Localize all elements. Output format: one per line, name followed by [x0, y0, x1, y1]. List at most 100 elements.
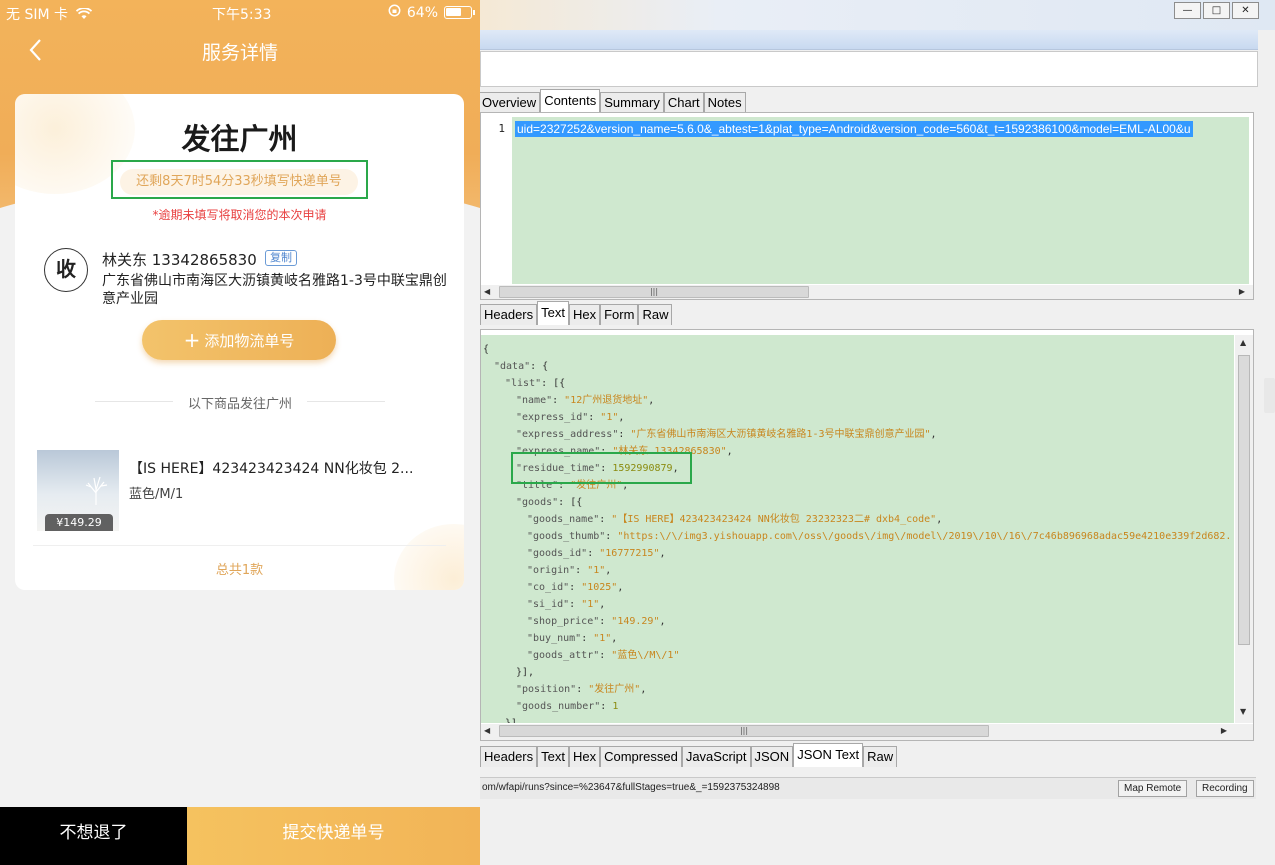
- copy-button[interactable]: 复制: [265, 250, 297, 266]
- json-value: "【IS HERE】423423423424 NN化妆包 23232323二# …: [611, 514, 937, 525]
- total-count: 总共1款: [215, 563, 264, 578]
- json-key: "buy_num": [527, 633, 582, 644]
- json-punct: ,: [659, 616, 666, 627]
- minimize-button[interactable]: —: [1174, 2, 1201, 19]
- req-tab-raw[interactable]: Raw: [638, 304, 673, 325]
- json-line: "co_id": "1025",: [483, 579, 1234, 596]
- json-line: "shop_price": "149.29",: [483, 613, 1234, 630]
- resp-tab-json[interactable]: JSON: [750, 746, 794, 767]
- json-line: {: [483, 341, 1234, 358]
- json-punct: : {: [530, 361, 549, 372]
- divider-text: 以下商品发往广州: [187, 397, 292, 412]
- toolbar-strip: [480, 30, 1258, 50]
- request-view-tabs: Headers Text Hex Form Raw: [480, 301, 673, 325]
- resp-tab-json-text[interactable]: JSON Text: [793, 743, 864, 767]
- scroll-up-icon[interactable]: ▲: [1240, 338, 1246, 347]
- resp-tab-hex[interactable]: Hex: [568, 746, 601, 767]
- product-name[interactable]: 【IS HERE】423423423424 NN化妆包 2...: [129, 458, 449, 478]
- scrollbar-thumb[interactable]: [1238, 355, 1250, 645]
- json-punct: ,: [659, 548, 666, 559]
- req-tab-hex[interactable]: Hex: [568, 304, 601, 325]
- json-key: "origin": [527, 565, 576, 576]
- scroll-left-icon[interactable]: ◀: [484, 726, 490, 735]
- tab-chart[interactable]: Chart: [663, 92, 704, 113]
- scrollbar-thumb[interactable]: |||: [499, 725, 989, 737]
- json-key: "goods_attr": [527, 650, 600, 661]
- maximize-button[interactable]: □: [1203, 2, 1230, 19]
- resp-tab-headers[interactable]: Headers: [480, 746, 538, 767]
- resp-tab-javascript[interactable]: JavaScript: [681, 746, 751, 767]
- json-text-view[interactable]: {"data": {"list": [{"name": "12广州退货地址", "…: [481, 335, 1234, 723]
- destination-title: 发往广州: [181, 122, 298, 156]
- json-line: "goods_number": 1: [483, 698, 1234, 715]
- json-punct: :: [618, 429, 631, 440]
- resp-tab-compressed[interactable]: Compressed: [600, 746, 682, 767]
- json-line: "name": "12广州退货地址",: [483, 392, 1234, 409]
- horizontal-scrollbar[interactable]: ◀ ||| ▶: [481, 724, 1253, 740]
- json-line: "goods": [{: [483, 494, 1234, 511]
- section-divider: 以下商品发往广州: [95, 392, 385, 412]
- json-punct: ,: [936, 514, 943, 525]
- divider-line: [307, 401, 385, 402]
- json-punct: :: [552, 395, 565, 406]
- tab-contents[interactable]: Contents: [540, 89, 601, 113]
- req-tab-headers[interactable]: Headers: [480, 304, 538, 325]
- json-punct: :: [569, 599, 582, 610]
- horizontal-scrollbar[interactable]: ◀ ||| ▶: [481, 285, 1253, 299]
- req-tab-text[interactable]: Text: [537, 301, 569, 325]
- outer-scroll-handle[interactable]: [1264, 378, 1275, 413]
- status-bar: om/wfapi/runs?since=%23647&fullStages=tr…: [480, 777, 1256, 799]
- json-line: "data": {: [483, 358, 1234, 375]
- json-punct: ,: [611, 633, 618, 644]
- json-value: "蓝色\/M\/1": [611, 650, 680, 661]
- scroll-left-icon[interactable]: ◀: [484, 287, 490, 296]
- orientation-lock-icon: [388, 4, 401, 21]
- recording-button[interactable]: Recording: [1196, 780, 1254, 797]
- resp-tab-raw[interactable]: Raw: [863, 746, 898, 767]
- request-body[interactable]: uid=2327252&version_name=5.6.0&_abtest=1…: [512, 117, 1249, 284]
- map-remote-button[interactable]: Map Remote: [1118, 780, 1188, 797]
- json-value: "广东省佛山市南海区大沥镇黄岐名雅路1-3号中联宝鼎创意产业园": [630, 429, 931, 440]
- json-key: "goods": [516, 497, 559, 508]
- resp-tab-text[interactable]: Text: [537, 746, 569, 767]
- json-punct: ,: [648, 395, 655, 406]
- json-key: "si_id": [527, 599, 570, 610]
- response-view-tabs: Headers Text Hex Compressed JavaScript J…: [480, 743, 898, 767]
- json-punct: :: [588, 412, 601, 423]
- json-line: "goods_name": "【IS HERE】423423423424 NN化…: [483, 511, 1234, 528]
- page-title: 服务详情: [201, 42, 278, 64]
- line-number: 1: [481, 113, 511, 285]
- json-punct: : [{: [541, 378, 566, 389]
- json-value: "发往广州": [588, 684, 641, 695]
- scroll-right-icon[interactable]: ▶: [1221, 726, 1227, 735]
- scrollbar-thumb[interactable]: |||: [499, 286, 809, 298]
- scroll-down-icon[interactable]: ▼: [1240, 707, 1246, 716]
- req-tab-form[interactable]: Form: [600, 304, 639, 325]
- json-line: "origin": "1",: [483, 562, 1234, 579]
- vertical-scrollbar[interactable]: ▲ ▼: [1235, 335, 1253, 723]
- json-punct: ,: [726, 446, 733, 457]
- battery-icon: [444, 6, 475, 19]
- request-text-selected[interactable]: uid=2327252&version_name=5.6.0&_abtest=1…: [515, 121, 1193, 137]
- json-line: }],: [483, 664, 1234, 681]
- tab-overview[interactable]: Overview: [478, 92, 541, 113]
- receiver-name-phone: 林关东 13342865830: [102, 251, 257, 269]
- product-thumbnail[interactable]: ¥149.29: [37, 450, 119, 531]
- phone-screen: 无 SIM 卡 下午5:33 64% 服务详情 发往广州 还剩8天7时54分33…: [0, 0, 480, 865]
- tab-summary[interactable]: Summary: [600, 92, 664, 113]
- json-key: "goods_thumb": [527, 531, 606, 542]
- submit-tracking-button[interactable]: 提交快递单号: [187, 807, 480, 865]
- json-punct: :: [605, 531, 618, 542]
- json-punct: :: [575, 565, 588, 576]
- json-line: }]: [483, 715, 1234, 723]
- scroll-right-icon[interactable]: ▶: [1239, 287, 1245, 296]
- json-line: "express_id": "1",: [483, 409, 1234, 426]
- add-tracking-button[interactable]: + 添加物流单号: [142, 320, 336, 360]
- json-punct: : [{: [558, 497, 583, 508]
- close-button[interactable]: ✕: [1232, 2, 1259, 19]
- json-value: "https:\/\/img3.yishouapp.com\/oss\/good…: [617, 531, 1232, 542]
- wifi-icon: [76, 7, 93, 23]
- tab-notes[interactable]: Notes: [703, 92, 746, 113]
- cancel-return-button[interactable]: 不想退了: [0, 807, 187, 865]
- json-line: "si_id": "1",: [483, 596, 1234, 613]
